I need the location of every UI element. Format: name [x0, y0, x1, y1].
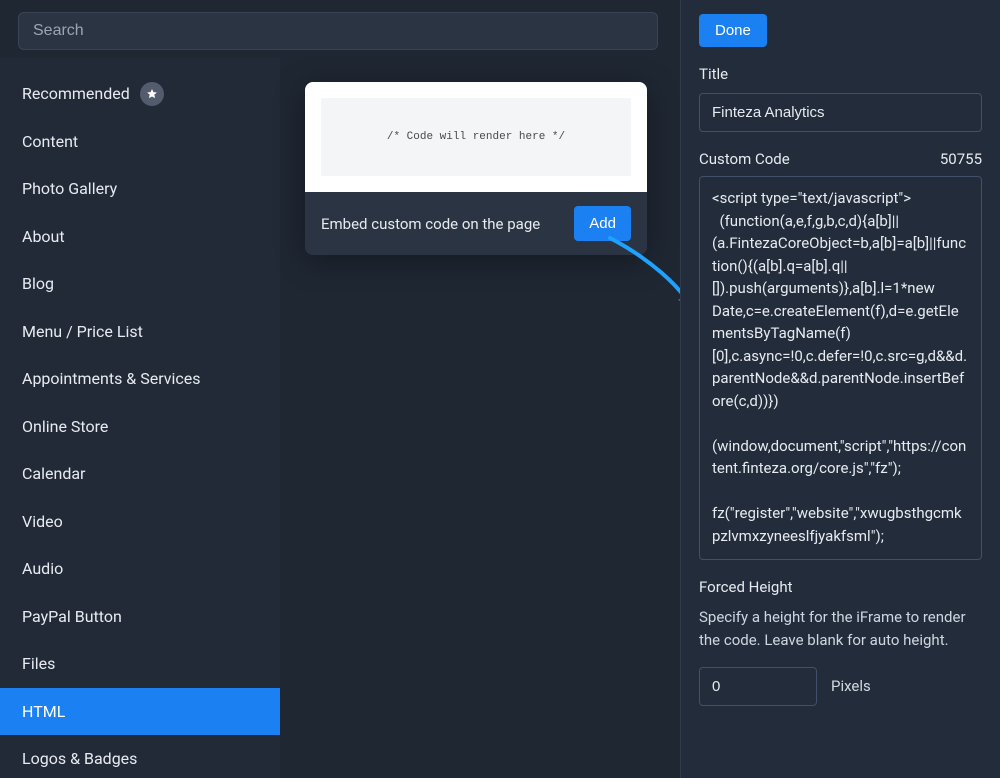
search-wrap — [18, 12, 658, 50]
forced-height-help: Specify a height for the iFrame to rende… — [699, 606, 982, 653]
forced-height-input[interactable] — [699, 667, 817, 706]
sidebar-item-files[interactable]: Files — [0, 640, 280, 688]
sidebar-item-about[interactable]: About — [0, 213, 280, 261]
forced-height-units: Pixels — [831, 677, 871, 695]
html-widget-preview: /* Code will render here */ — [305, 82, 647, 192]
sidebar-item-label: Audio — [22, 559, 63, 578]
search-input[interactable] — [18, 12, 658, 50]
sidebar-item-label: Menu / Price List — [22, 322, 143, 341]
sidebar-item-label: Content — [22, 132, 78, 151]
sidebar-item-label: About — [22, 227, 65, 246]
sidebar-item-content[interactable]: Content — [0, 118, 280, 166]
widgets-panel: Recommended Content Photo Gallery About Blog… — [0, 0, 680, 778]
widget-category-sidebar[interactable]: Recommended Content Photo Gallery About Blog… — [0, 58, 280, 778]
sidebar-item-label: Logos & Badges — [22, 749, 137, 768]
properties-panel: Done Title Custom Code 50755 <script typ… — [680, 0, 1000, 778]
sidebar-item-label: Photo Gallery — [22, 179, 117, 198]
done-bar: Done — [681, 0, 1000, 47]
sidebar-item-label: Blog — [22, 274, 54, 293]
sidebar-item-video[interactable]: Video — [0, 498, 280, 546]
html-widget-preview-text: /* Code will render here */ — [321, 98, 631, 176]
custom-code-textarea[interactable]: <script type="text/javascript"> (functio… — [699, 176, 982, 560]
add-button[interactable]: Add — [574, 206, 631, 241]
done-button[interactable]: Done — [699, 14, 767, 47]
forced-height-label: Forced Height — [699, 578, 982, 596]
title-section: Title — [681, 47, 1000, 132]
title-label: Title — [699, 65, 982, 83]
sidebar-item-label: Appointments & Services — [22, 369, 201, 388]
sidebar-item-calendar[interactable]: Calendar — [0, 450, 280, 498]
star-icon — [140, 82, 164, 106]
custom-code-section: Custom Code 50755 <script type="text/jav… — [681, 132, 1000, 560]
sidebar-item-paypal-button[interactable]: PayPal Button — [0, 593, 280, 641]
sidebar-item-online-store[interactable]: Online Store — [0, 403, 280, 451]
sidebar-item-recommended[interactable]: Recommended — [0, 70, 280, 118]
sidebar-item-label: Online Store — [22, 417, 108, 436]
sidebar-item-label: HTML — [22, 702, 65, 721]
sidebar-item-logos-badges[interactable]: Logos & Badges — [0, 735, 280, 778]
custom-code-char-count: 50755 — [940, 150, 982, 168]
html-widget-footer: Embed custom code on the page Add — [305, 192, 647, 255]
sidebar-item-label: Calendar — [22, 464, 85, 483]
sidebar-item-menu-price-list[interactable]: Menu / Price List — [0, 308, 280, 356]
custom-code-label: Custom Code — [699, 150, 790, 168]
html-widget-card: /* Code will render here */ Embed custom… — [305, 82, 647, 255]
title-input[interactable] — [699, 93, 982, 132]
sidebar-item-blog[interactable]: Blog — [0, 260, 280, 308]
html-widget-caption: Embed custom code on the page — [321, 215, 540, 233]
sidebar-item-label: Files — [22, 654, 55, 673]
sidebar-item-label: Video — [22, 512, 63, 531]
sidebar-item-label: Recommended — [22, 84, 130, 103]
forced-height-section: Forced Height Specify a height for the i… — [681, 560, 1000, 706]
sidebar-item-label: PayPal Button — [22, 607, 122, 626]
sidebar-item-html[interactable]: HTML — [0, 688, 280, 736]
sidebar-item-appointments-services[interactable]: Appointments & Services — [0, 355, 280, 403]
sidebar-item-photo-gallery[interactable]: Photo Gallery — [0, 165, 280, 213]
sidebar-item-audio[interactable]: Audio — [0, 545, 280, 593]
